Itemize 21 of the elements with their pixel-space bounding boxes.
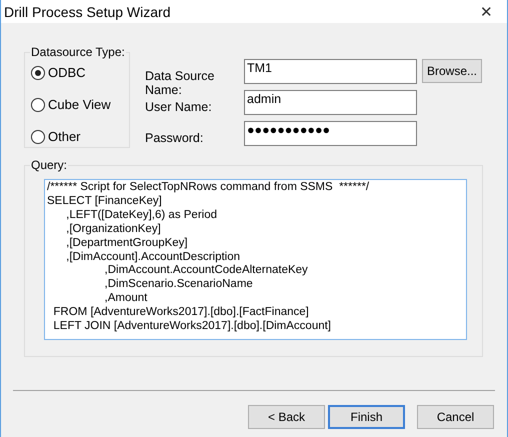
group-label: Datasource Type:	[30, 45, 126, 59]
text-field[interactable]: ●●●●●●●●●●●	[244, 121, 417, 146]
radio-option[interactable]: Cube View	[31, 97, 129, 112]
radio-option[interactable]: ODBC	[31, 65, 129, 80]
close-button[interactable]: ✕	[480, 2, 493, 20]
radio-option[interactable]: Other	[31, 129, 129, 144]
field-label: User Name:	[145, 100, 213, 114]
wizard-button[interactable]: Finish	[328, 405, 405, 429]
query-text-area[interactable]: /****** Script for SelectTopNRows command from SSMS ******/ SELECT [FinanceKey] ,LEFT([DateKey],6) as Period ,[OrganizationKey] ,[DepartmentGroupKey] ,[DimAccount].AccountDescription ,DimAccount.AccountCodeAlternateKey ,DimScenario.ScenarioName ,Amount FROM [AdventureWorks2017].[dbo].[FactFinance] LEFT JOIN [AdventureWorks2017].[dbo].[DimAccount]	[44, 179, 467, 340]
group-label: Query:	[30, 158, 68, 172]
field-label: Data Source Name:	[145, 69, 216, 97]
text-field[interactable]: TM1	[244, 59, 417, 84]
radio-button[interactable]	[31, 98, 45, 112]
radio-button[interactable]	[31, 66, 45, 80]
wizard-button[interactable]: Cancel	[417, 405, 494, 429]
radio-button[interactable]	[31, 130, 45, 144]
window-title: Drill Process Setup Wizard	[4, 4, 170, 20]
text-field[interactable]: admin	[244, 90, 417, 115]
field-label: Password:	[145, 131, 204, 145]
browse-button[interactable]: Browse...	[422, 59, 482, 83]
wizard-button[interactable]: < Back	[248, 405, 325, 429]
